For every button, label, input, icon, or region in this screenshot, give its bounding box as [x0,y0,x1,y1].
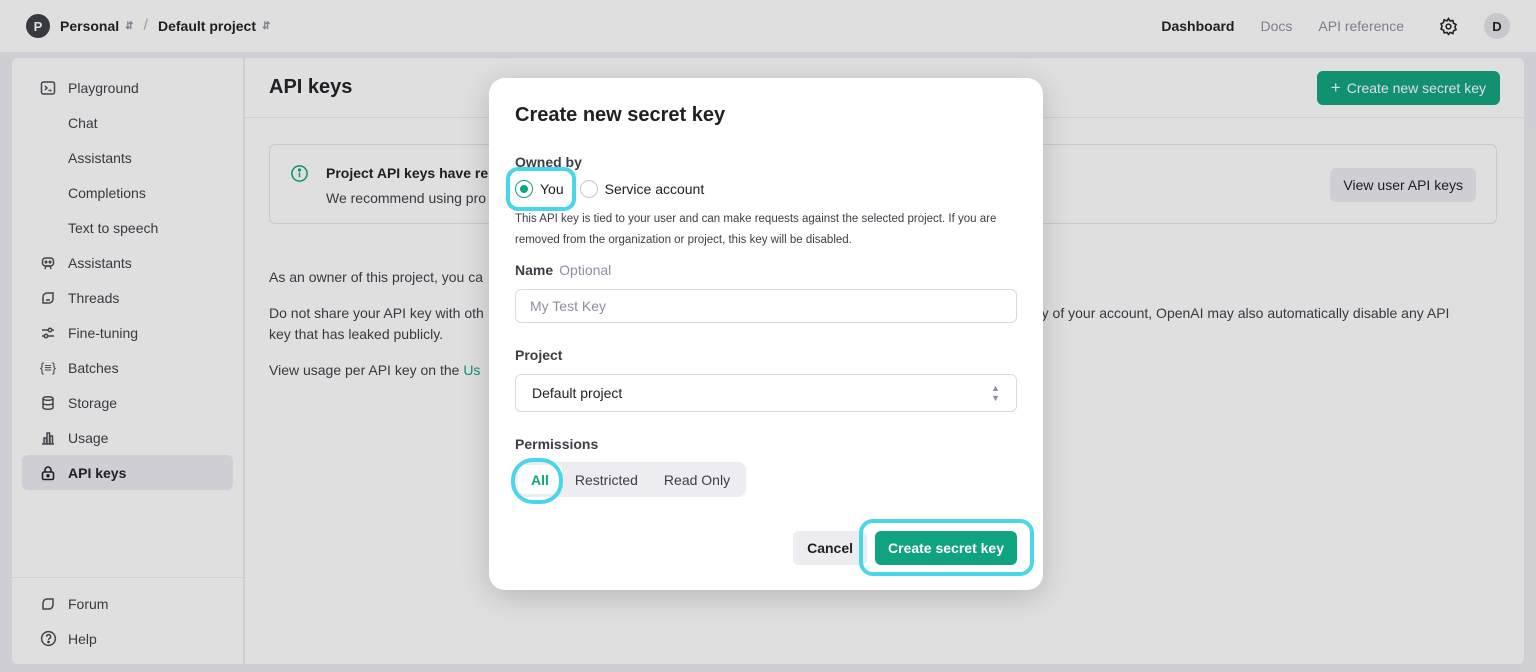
owner-radio-group: You Service account [515,180,720,198]
owner-hint: This API key is tied to your user and ca… [515,213,997,246]
permissions-label: Permissions [515,436,599,452]
radio-label: You [540,181,564,197]
name-input[interactable] [530,298,1002,314]
name-label: Name Optional [515,262,611,278]
radio-unselected[interactable] [579,180,598,198]
project-select[interactable]: Default project ▲ ▼ [515,374,1017,412]
cancel-button[interactable]: Cancel [793,531,868,565]
dialog-title: Create new secret key [515,104,726,126]
name-label-text: Name [515,262,554,278]
owner-option-service-account[interactable]: Service account [579,180,705,198]
owned-by-label: Owned by [515,154,582,170]
permission-restricted[interactable]: Restricted [562,465,651,494]
radio-selected[interactable] [515,180,533,198]
project-select-value: Default project [532,385,623,401]
radio-label: Service account [604,181,705,197]
dialog-footer: Cancel Create secret key [793,531,1017,565]
create-secret-key-button[interactable]: Create secret key [875,531,1017,565]
project-label: Project [515,347,563,363]
name-field[interactable] [515,289,1017,323]
create-secret-key-dialog: Create new secret key Owned by You Servi… [489,78,1043,590]
permission-read-only[interactable]: Read Only [651,465,743,494]
permission-all[interactable]: All [518,465,562,494]
optional-tag: Optional [559,262,612,278]
permissions-segmented-control: All Restricted Read Only [515,462,747,497]
chevron-updown-icon: ▲ ▼ [991,383,1000,403]
owner-option-you[interactable]: You [515,180,564,198]
